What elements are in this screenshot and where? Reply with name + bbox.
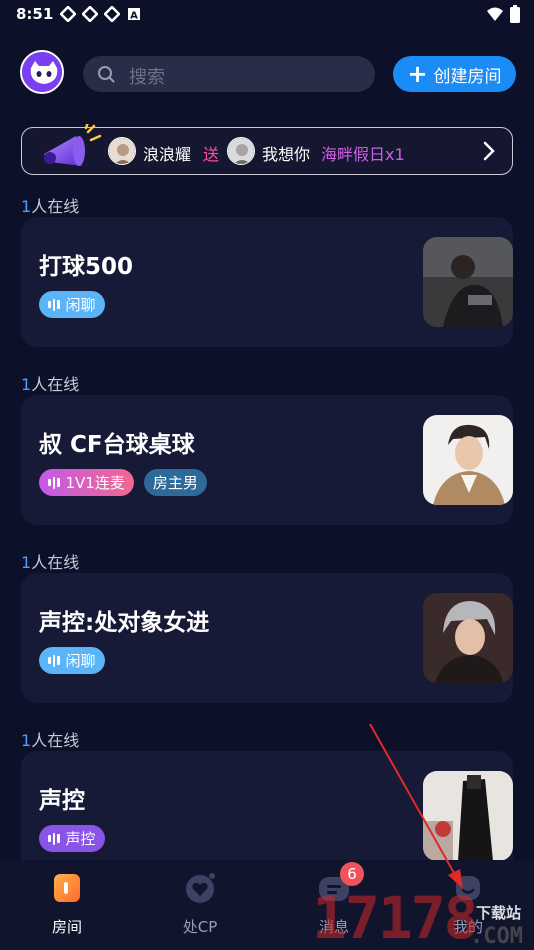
room-tag: 声控: [39, 825, 105, 852]
room-title: 声控: [39, 788, 85, 814]
room-card[interactable]: 声控:处对象女进 闲聊: [21, 573, 513, 703]
chevron-right-icon: [483, 141, 495, 161]
a-icon: A: [128, 8, 140, 22]
nav-item-rooms[interactable]: 房间: [17, 860, 117, 950]
status-bar: 8:51 A: [0, 0, 534, 30]
header: 搜索 + 创建房间: [0, 50, 534, 98]
room-tag: 1V1连麦: [39, 469, 134, 496]
battery-icon: [510, 5, 520, 23]
app-notification-icon: [82, 6, 98, 22]
search-icon: [98, 66, 115, 83]
sender-avatar[interactable]: [108, 137, 136, 165]
room-title: 打球500: [39, 254, 134, 280]
sound-bars-icon: [48, 298, 60, 311]
room-card[interactable]: 叔 CF台球桌球 1V1连麦 房主男: [21, 395, 513, 525]
room-title: 叔 CF台球桌球: [39, 432, 195, 458]
user-avatar[interactable]: [20, 50, 64, 94]
message-badge: 6: [340, 862, 364, 886]
profile-icon: [456, 876, 480, 900]
notification-icons: A: [60, 6, 142, 22]
room-tag: 闲聊: [39, 291, 105, 318]
sound-bars-icon: [48, 832, 60, 845]
nav-label: 房间: [51, 918, 82, 936]
svg-text:A: A: [130, 11, 138, 22]
room-cover-image: [423, 415, 513, 505]
sender-name: 浪浪耀: [143, 145, 192, 164]
nav-label: 我的: [452, 918, 483, 936]
app-notification-icon: [104, 6, 120, 22]
online-count: 1人在线: [21, 375, 80, 394]
online-count: 1人在线: [21, 731, 80, 750]
bottom-navigation: 房间 处CP 消息 我的: [0, 860, 534, 950]
status-time: 8:51: [16, 5, 54, 23]
mascot-icon: [22, 52, 62, 92]
room-tag: 闲聊: [39, 647, 105, 674]
sound-bars-icon: [48, 654, 60, 667]
gift-name: 海畔假日x1: [321, 145, 405, 164]
nav-label: 消息: [318, 918, 349, 936]
heart-icon: [186, 873, 215, 903]
create-room-label: 创建房间: [433, 66, 502, 87]
search-input[interactable]: 搜索: [83, 56, 375, 92]
nav-item-cp[interactable]: 处CP: [150, 860, 250, 950]
online-count: 1人在线: [21, 553, 80, 572]
room-title: 声控:处对象女进: [39, 610, 210, 636]
room-cover-image: [423, 237, 513, 327]
receiver-name: 我想你: [262, 145, 311, 164]
room-icon: [54, 874, 80, 902]
room-card[interactable]: 打球500 闲聊: [21, 217, 513, 347]
room-cover-image: [423, 771, 513, 861]
plus-icon: +: [407, 60, 428, 88]
megaphone-icon: [44, 124, 102, 166]
app-notification-icon: [60, 6, 76, 22]
room-tag: 房主男: [143, 469, 207, 496]
search-placeholder: 搜索: [129, 67, 165, 88]
room-cover-image: [423, 593, 513, 683]
create-room-button[interactable]: + 创建房间: [393, 56, 516, 92]
online-count: 1人在线: [21, 197, 80, 216]
gift-action: 送: [203, 145, 220, 164]
receiver-avatar[interactable]: [227, 137, 255, 165]
nav-label: 处CP: [182, 918, 218, 936]
wifi-icon: [487, 7, 503, 21]
nav-item-messages[interactable]: 消息: [284, 860, 384, 950]
sound-bars-icon: [48, 476, 60, 489]
nav-item-profile[interactable]: 我的: [418, 860, 518, 950]
gift-broadcast-banner[interactable]: 浪浪耀 送 我想你 海畔假日x1: [21, 124, 513, 175]
